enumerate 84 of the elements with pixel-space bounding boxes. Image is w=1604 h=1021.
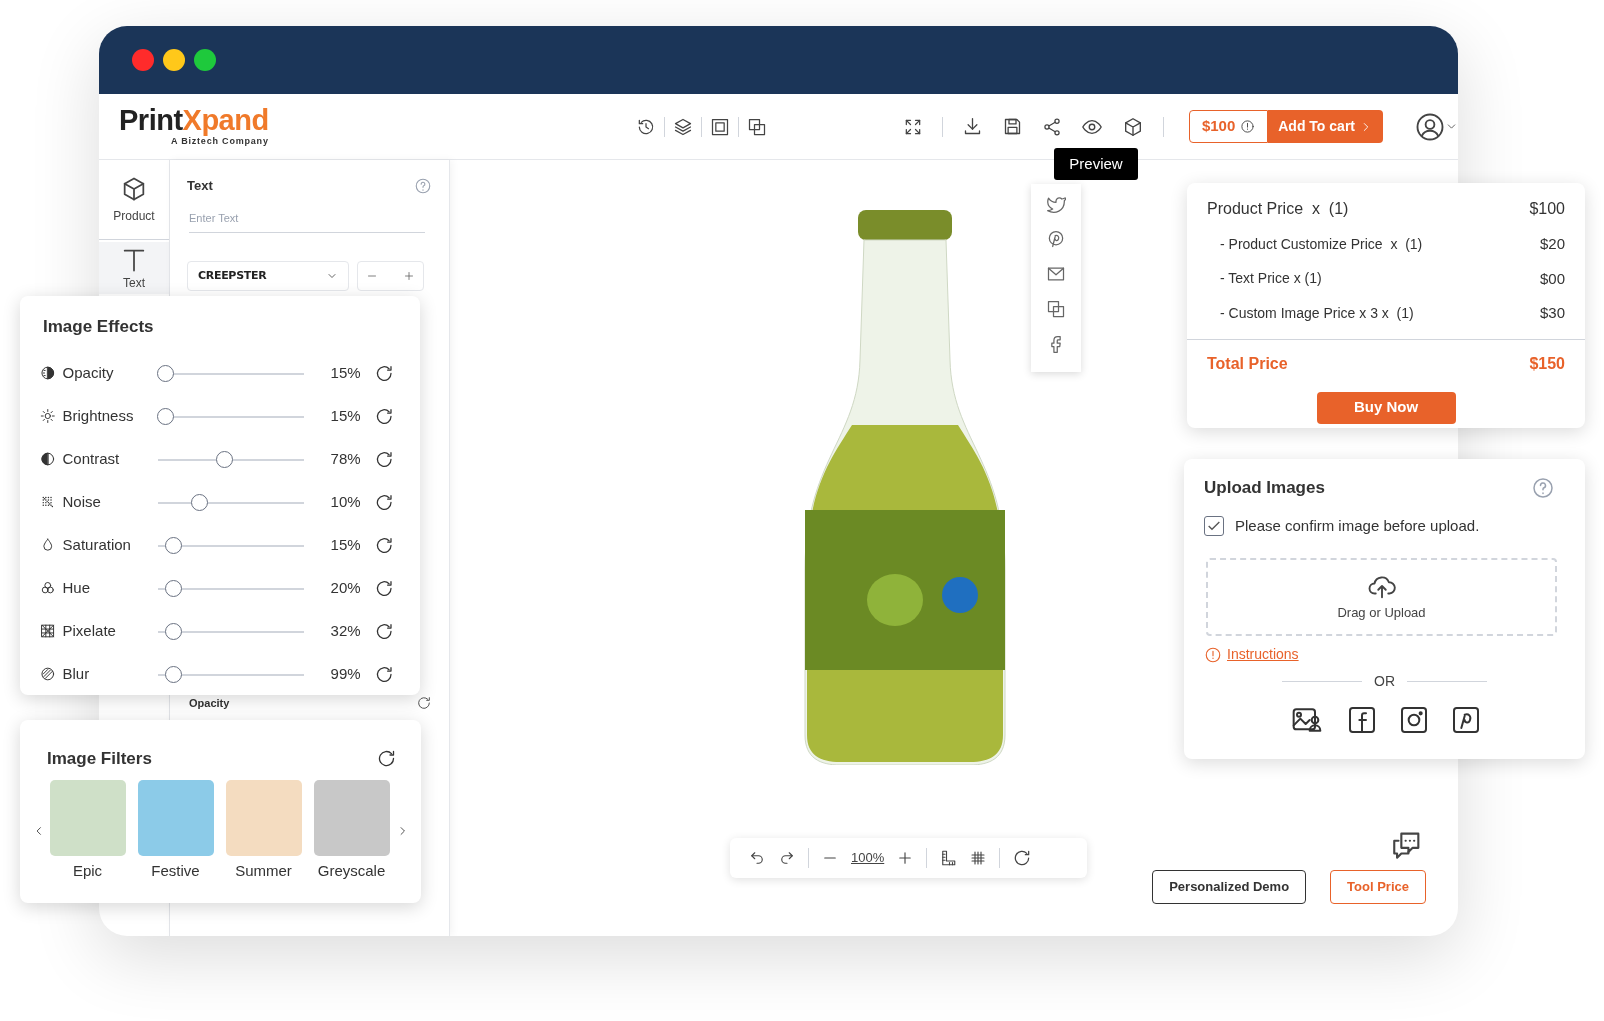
demo-button[interactable]: Personalized Demo [1152, 870, 1307, 904]
effect-label: Pixelate [62, 620, 117, 641]
slider-thumb[interactable] [157, 364, 175, 382]
effect-value: 15% [329, 405, 361, 426]
total-label: Total Price [1207, 353, 1288, 374]
undo-icon[interactable] [748, 849, 766, 867]
user-avatar-icon[interactable] [1415, 111, 1445, 142]
sidebar-item[interactable]: Product [99, 160, 169, 240]
filter-option[interactable]: Festive [137, 779, 214, 882]
slider-thumb[interactable] [157, 407, 175, 425]
effect-label: Brightness [62, 405, 135, 426]
sidebar-item[interactable]: Text [99, 242, 169, 294]
effect-label: Noise [62, 491, 102, 512]
ruler-icon[interactable] [939, 849, 958, 867]
slider-thumb[interactable] [164, 665, 182, 683]
effect-value: 20% [329, 577, 361, 598]
window-minimize-button[interactable] [163, 49, 185, 71]
help-icon[interactable] [1531, 475, 1555, 500]
alert-icon [1204, 645, 1222, 664]
contrast-icon [40, 451, 56, 467]
total-amount: $150 [1529, 353, 1565, 374]
effect-value: 15% [329, 534, 361, 555]
layers-icon[interactable] [672, 116, 693, 137]
logo-tagline: A Biztech Company [170, 135, 269, 148]
text-input-field[interactable]: Enter Text [189, 209, 425, 233]
bird-icon[interactable] [1046, 194, 1066, 214]
brightness-icon [40, 408, 56, 424]
effect-value: 78% [329, 448, 361, 469]
redo-icon[interactable] [778, 849, 796, 867]
price-amount: $20 [1539, 234, 1565, 254]
section-label: Opacity [188, 696, 230, 711]
pixelate-icon [40, 623, 56, 639]
slider-thumb[interactable] [164, 536, 182, 554]
plus-icon[interactable] [403, 270, 415, 282]
bring-front-icon[interactable] [709, 116, 730, 137]
font-dropdown[interactable]: CREEPSTER [187, 261, 349, 291]
drop-zone[interactable]: Drag or Upload [1206, 558, 1557, 636]
window-maximize-button[interactable] [194, 49, 216, 71]
filter-option[interactable]: Epic [49, 779, 126, 882]
confirm-label: Please confirm image before upload. [1235, 515, 1480, 536]
divider-text: OR [1374, 672, 1395, 691]
effect-label: Opacity [62, 362, 115, 383]
overlap-squares-icon[interactable] [746, 116, 767, 137]
price-amount: $100 [1529, 199, 1565, 219]
panel-title: Text [187, 177, 213, 195]
price-amount: $30 [1539, 303, 1565, 323]
opacity-icon [40, 365, 56, 381]
slider-thumb[interactable] [190, 493, 208, 511]
effect-value: 10% [329, 491, 361, 512]
filter-option[interactable]: Greyscale [313, 779, 390, 882]
sidebar-label: Product [113, 207, 155, 225]
effect-label: Hue [62, 577, 92, 598]
price-tag: $100 [1188, 110, 1269, 143]
slider-thumb[interactable] [164, 622, 182, 640]
effect-label: Blur [62, 663, 91, 684]
card-title: Image Filters [47, 748, 152, 770]
copy-icon[interactable] [1046, 299, 1066, 319]
effect-label: Saturation [62, 534, 132, 555]
price-label: - Custom Image Price x 3 x (1) [1220, 303, 1414, 323]
sidebar-label: Text [123, 275, 145, 292]
checkbox[interactable] [1204, 515, 1224, 536]
preview-tooltip: Preview [1054, 148, 1138, 180]
price-label: - Product Customize Price x (1) [1220, 234, 1423, 254]
hue-icon [40, 580, 56, 596]
info-icon [1240, 119, 1256, 134]
effect-value: 99% [329, 663, 361, 684]
blur-icon [40, 666, 56, 682]
zoom-level[interactable]: 100% [851, 848, 885, 868]
card-title: Image Effects [43, 316, 155, 338]
reset-icon[interactable] [416, 695, 432, 712]
filter-option[interactable]: Summer [225, 779, 302, 882]
window-close-button[interactable] [132, 49, 154, 71]
noise-icon [40, 494, 56, 510]
effect-label: Contrast [62, 448, 121, 469]
price-label: Product Price x (1) [1207, 199, 1349, 219]
slider-thumb[interactable] [164, 579, 182, 597]
price-label: - Text Price x (1) [1220, 269, 1322, 289]
share-icon[interactable] [1041, 116, 1062, 137]
pin-icon[interactable] [1046, 229, 1066, 249]
card-title: Upload Images [1204, 477, 1325, 499]
slider-thumb[interactable] [215, 450, 233, 468]
effect-value: 15% [329, 362, 361, 383]
price-amount: $00 [1539, 268, 1565, 289]
effect-value: 32% [329, 620, 361, 641]
